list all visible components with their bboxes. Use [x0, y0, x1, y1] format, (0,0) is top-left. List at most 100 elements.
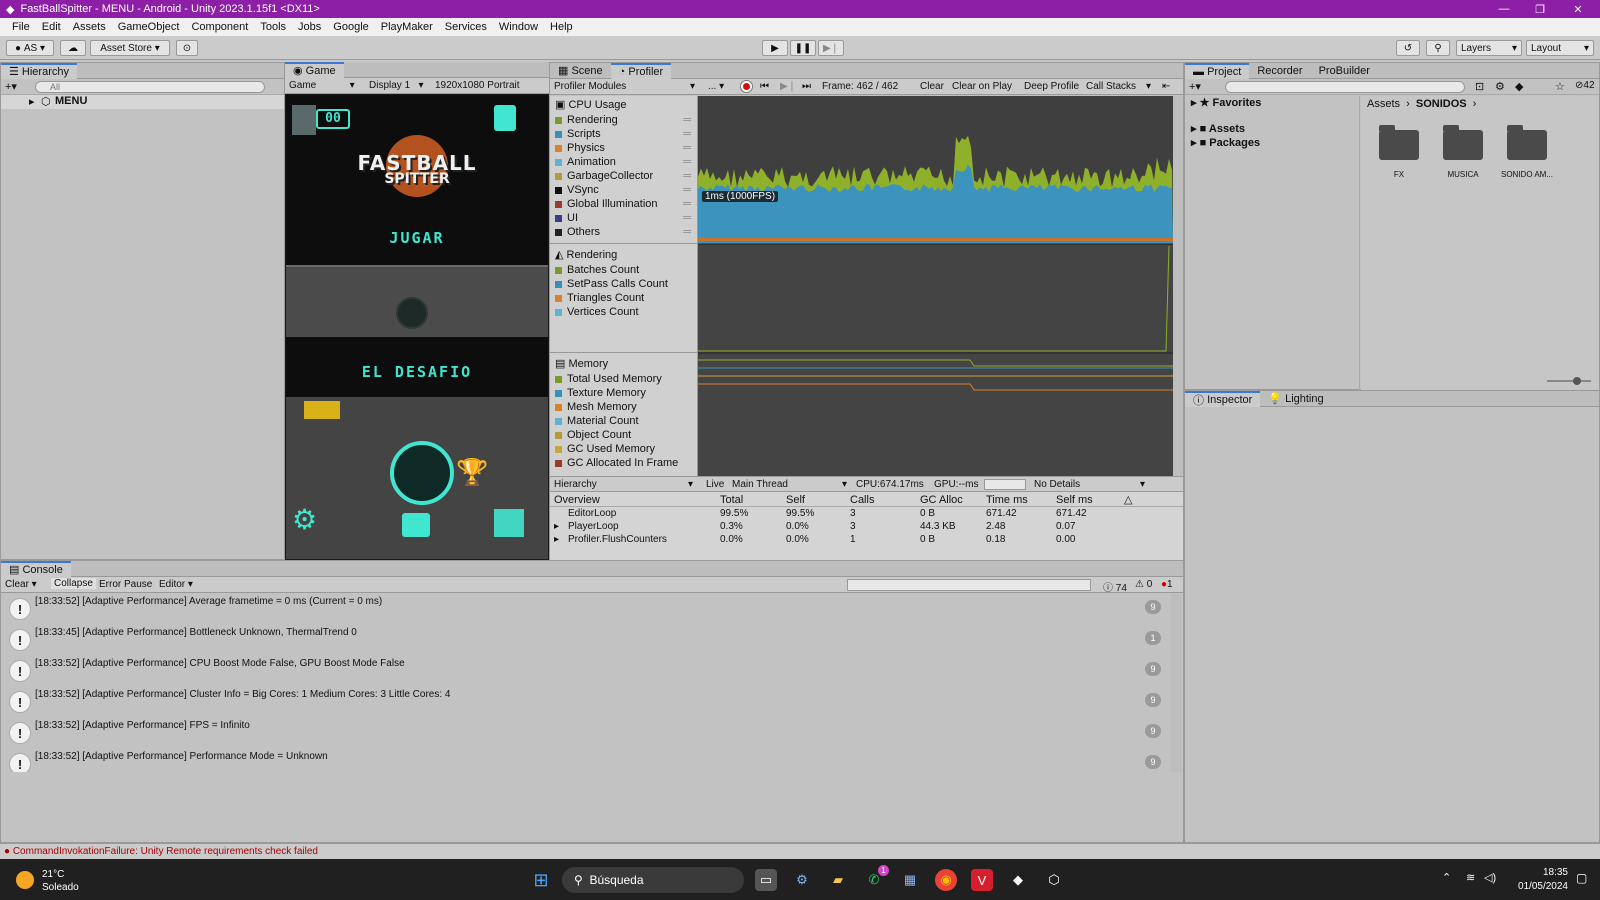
challenge-button[interactable]: EL DESAFIO	[286, 363, 548, 381]
display-dropdown[interactable]: Display 1 ▾	[369, 80, 424, 91]
settings-icon[interactable]: ⚙	[791, 869, 813, 891]
current-frame-icon[interactable]: ⏭	[802, 81, 811, 92]
tab-scene[interactable]: ▦ Scene	[550, 63, 611, 79]
legend-item[interactable]: Global Illumination ═	[555, 197, 695, 211]
col-overview[interactable]: Overview	[554, 494, 600, 506]
menu-window[interactable]: Window	[493, 21, 544, 33]
legend-item[interactable]: GarbageCollector ═	[555, 169, 695, 183]
status-message[interactable]: CommandInvokationFailure: Unity Remote r…	[13, 846, 318, 857]
account-button[interactable]: ● AS ▾	[6, 40, 54, 56]
collab-icon[interactable]: ⊙	[176, 40, 198, 56]
favorites-item[interactable]: ▸ ★ Favorites	[1185, 96, 1359, 110]
menu-jobs[interactable]: Jobs	[292, 21, 327, 33]
tab-recorder[interactable]: Recorder	[1249, 63, 1310, 79]
weather-sun-icon[interactable]	[16, 871, 34, 889]
cloud-icon[interactable]: ☁	[60, 40, 86, 56]
load-icon[interactable]: ⇤	[1162, 81, 1170, 92]
resolution-dropdown[interactable]: 1920x1080 Portrait	[435, 80, 520, 91]
legend-item[interactable]: Texture Memory	[555, 386, 695, 400]
clock-time[interactable]: 18:35	[1504, 867, 1568, 878]
legend-item[interactable]: Batches Count	[555, 263, 695, 277]
folder-musica[interactable]: MUSICA	[1433, 125, 1493, 179]
col-time-ms[interactable]: Time ms	[986, 494, 1028, 506]
profiler-graph-area[interactable]: 1ms (1000FPS)	[698, 96, 1173, 476]
legend-item[interactable]: Scripts ═	[555, 127, 695, 141]
expand-arrow-icon[interactable]: ▸	[29, 95, 35, 108]
legend-item[interactable]: Total Used Memory	[555, 372, 695, 386]
legend-item[interactable]: Rendering ═	[555, 113, 695, 127]
expand-arrow-icon[interactable]: ▸	[554, 534, 559, 545]
type-filter-icon[interactable]: ⚙	[1495, 80, 1505, 93]
taskbar-search[interactable]: ⚲ Búsqueda	[562, 867, 744, 893]
call-stacks-button[interactable]: Call Stacks	[1086, 81, 1136, 92]
assets-tree-item[interactable]: ▸ ■ Assets	[1185, 122, 1359, 136]
menu-services[interactable]: Services	[439, 21, 493, 33]
call-stacks-chevron-icon[interactable]: ▾	[1146, 81, 1151, 92]
folder-sonido-ambiente[interactable]: SONIDO AM...	[1497, 125, 1557, 179]
details-dropdown[interactable]: No Details	[1034, 479, 1080, 490]
clock-date[interactable]: 01/05/2024	[1504, 881, 1568, 892]
console-log-row[interactable]: ! [18:33:52] [Adaptive Performance] Perfo…	[1, 749, 1169, 772]
thread-chevron-icon[interactable]: ▾	[842, 479, 847, 490]
legend-item[interactable]: Material Count	[555, 414, 695, 428]
details-search-input[interactable]	[984, 479, 1026, 490]
warning-filter-toggle[interactable]: ⚠ 0	[1135, 579, 1152, 590]
maximize-button[interactable]: ❐	[1522, 0, 1558, 18]
legend-item[interactable]: GC Used Memory	[555, 442, 695, 456]
folder-fx[interactable]: FX	[1369, 125, 1429, 179]
col-self-ms[interactable]: Self ms	[1056, 494, 1093, 506]
drag-handle-icon[interactable]: ═	[683, 141, 691, 155]
unity-icon[interactable]: ◆	[1007, 869, 1029, 891]
close-button[interactable]: ✕	[1560, 0, 1596, 18]
legend-item[interactable]: GC Allocated In Frame	[555, 456, 695, 470]
prev-frame-icon[interactable]: ⏮	[760, 81, 769, 92]
console-log-row[interactable]: ! [18:33:45] [Adaptive Performance] Bottl…	[1, 625, 1169, 656]
legend-item[interactable]: Others ═	[555, 225, 695, 239]
thread-dropdown[interactable]: Main Thread	[732, 479, 788, 490]
drag-handle-icon[interactable]: ═	[683, 183, 691, 197]
menu-gameobject[interactable]: GameObject	[112, 21, 186, 33]
table-row[interactable]: ▸ Profiler.FlushCounters 0.0% 0.0% 1 0 B 0.18 0…	[550, 534, 1183, 547]
memory-module[interactable]: ▤ Memory Total Used Memory Texture Memory…	[555, 357, 695, 470]
console-log-row[interactable]: ! [18:33:52] [Adaptive Performance] Avera…	[1, 594, 1169, 625]
menu-google[interactable]: Google	[327, 21, 374, 33]
store-icon[interactable]: ▦	[899, 869, 921, 891]
filter-icon[interactable]: ⊡	[1475, 80, 1484, 93]
file-explorer-icon[interactable]: ▰	[827, 869, 849, 891]
deep-profile-button[interactable]: Deep Profile	[1024, 81, 1079, 92]
star-icon[interactable]: ☆	[1555, 80, 1565, 93]
windows-start-icon[interactable]: ⊞	[530, 869, 552, 891]
whatsapp-icon[interactable]: ✆ 1	[863, 865, 889, 891]
tab-game[interactable]: ◉ Game	[285, 61, 344, 78]
bag-icon[interactable]	[402, 513, 430, 537]
info-filter-toggle[interactable]: ⓘ 74	[1103, 579, 1127, 594]
step-button[interactable]: ▶❘	[818, 40, 844, 56]
clear-button[interactable]: Clear	[920, 81, 944, 92]
table-row[interactable]: ▸ PlayerLoop 0.3% 0.0% 3 44.3 KB 2.48 0.07	[550, 521, 1183, 534]
menu-playmaker[interactable]: PlayMaker	[375, 21, 439, 33]
menu-assets[interactable]: Assets	[67, 21, 112, 33]
legend-item[interactable]: Triangles Count	[555, 291, 695, 305]
breadcrumb-assets[interactable]: Assets	[1367, 98, 1400, 110]
record-button[interactable]	[740, 80, 753, 93]
main-ball-button[interactable]	[390, 441, 454, 505]
console-search-input[interactable]	[847, 579, 1091, 591]
collapse-toggle[interactable]: Collapse	[51, 578, 96, 589]
console-log-row[interactable]: ! [18:33:52] [Adaptive Performance] CPU B…	[1, 656, 1169, 687]
drag-handle-icon[interactable]: ═	[683, 113, 691, 127]
packages-tree-item[interactable]: ▸ ■ Packages	[1185, 136, 1359, 150]
drag-handle-icon[interactable]: ═	[683, 197, 691, 211]
col-gc-alloc[interactable]: GC Alloc	[920, 494, 963, 506]
vivaldi-icon[interactable]: V	[971, 869, 993, 891]
asset-store-button[interactable]: Asset Store ▾	[90, 40, 170, 56]
menu-edit[interactable]: Edit	[36, 21, 67, 33]
legend-item[interactable]: Animation ═	[555, 155, 695, 169]
tab-inspector[interactable]: ⓘ Inspector	[1185, 390, 1261, 407]
console-scrollbar[interactable]	[1171, 594, 1181, 772]
view-dropdown[interactable]: Hierarchy	[554, 479, 597, 490]
legend-item[interactable]: Object Count	[555, 428, 695, 442]
label-filter-icon[interactable]: ◆	[1515, 80, 1523, 93]
leaderboard-icon[interactable]	[494, 509, 524, 537]
console-clear-button[interactable]: Clear ▾	[5, 579, 37, 590]
trophy-icon[interactable]: 🏆	[456, 457, 488, 488]
